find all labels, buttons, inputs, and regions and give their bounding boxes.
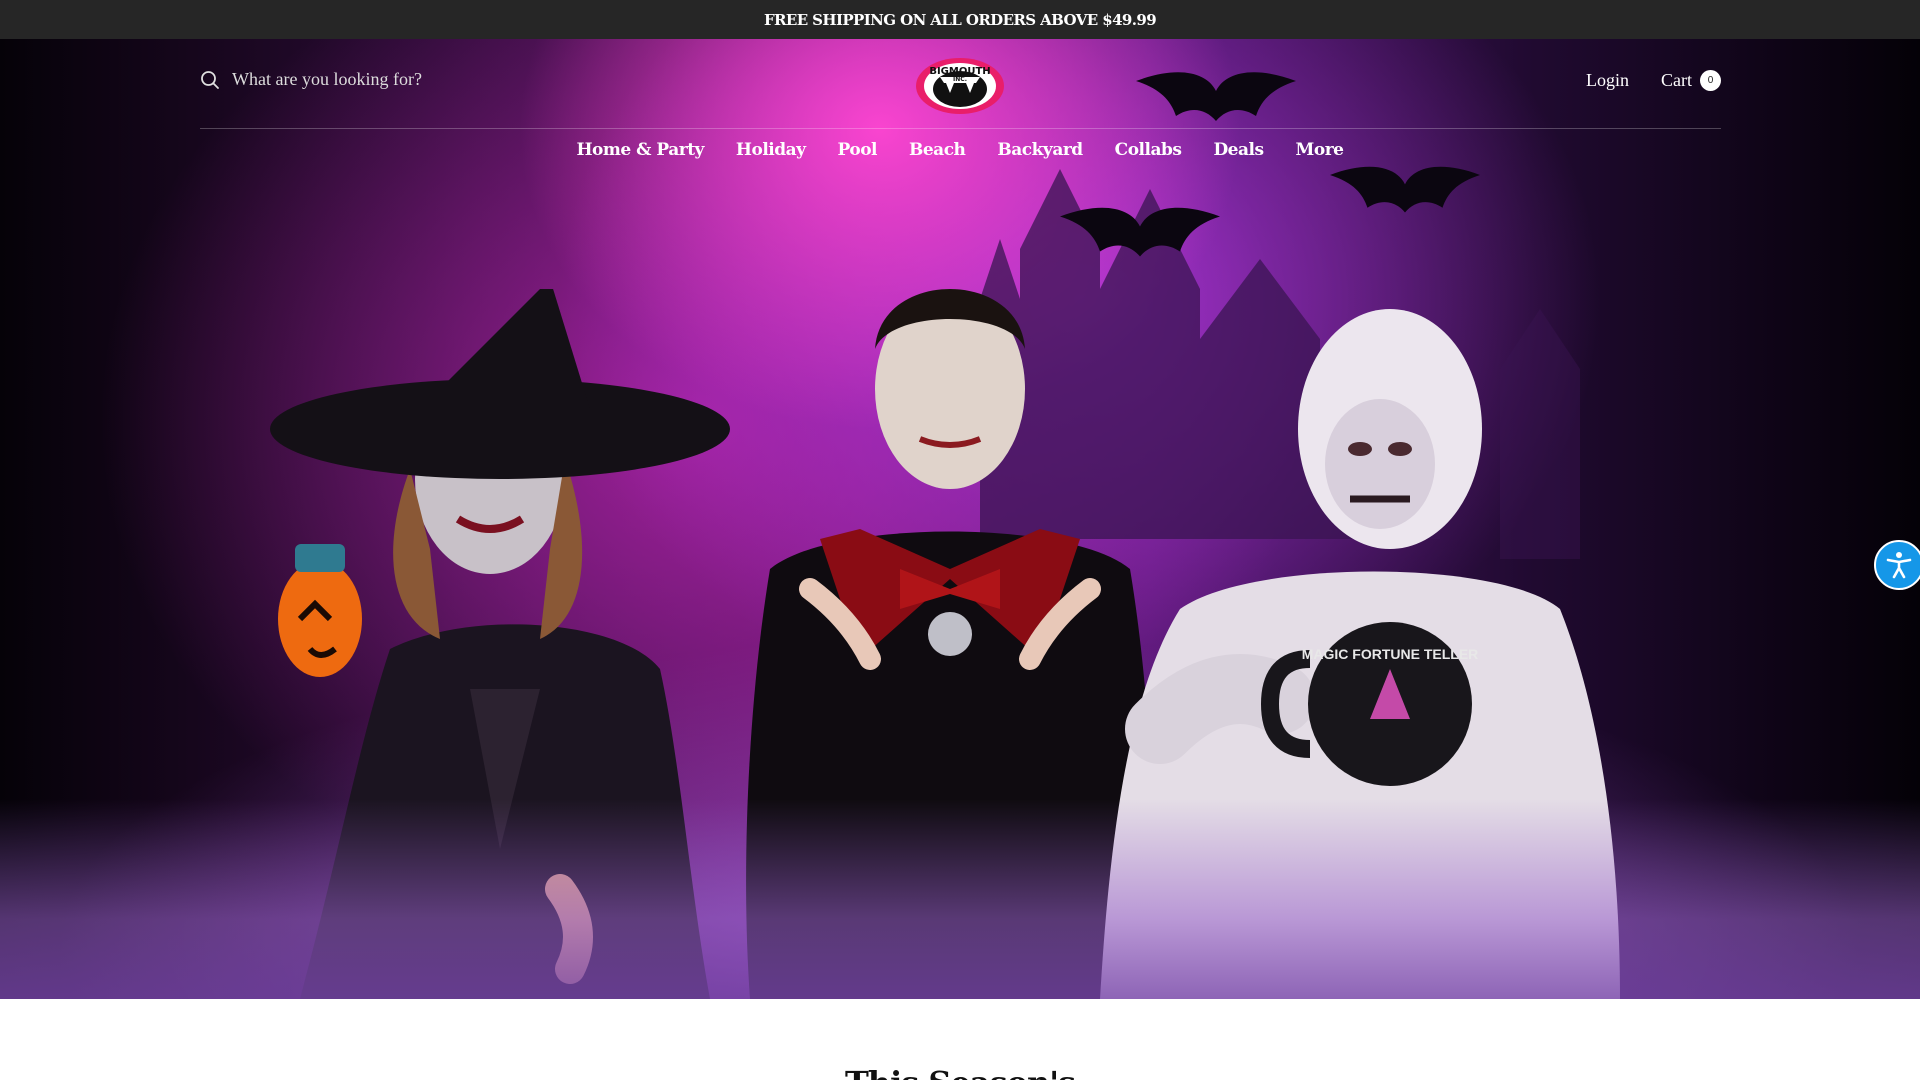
search-input[interactable] [232, 69, 492, 90]
fog-overlay [0, 799, 1920, 999]
cart-link[interactable]: Cart 0 [1661, 70, 1721, 91]
account-actions: Login Cart 0 [1586, 70, 1721, 91]
bat-icon [1330, 166, 1480, 213]
announcement-bar: FREE SHIPPING ON ALL ORDERS ABOVE $49.99 [0, 0, 1920, 39]
cart-count-badge: 0 [1700, 70, 1721, 91]
nav-item-deals[interactable]: Deals [1213, 140, 1264, 160]
nav-item-backyard[interactable]: Backyard [997, 140, 1083, 160]
nav-item-beach[interactable]: Beach [909, 140, 966, 160]
nav-item-pool[interactable]: Pool [838, 140, 878, 160]
section-heading: This Season's [0, 1064, 1920, 1080]
nav-item-holiday[interactable]: Holiday [736, 140, 806, 160]
login-link[interactable]: Login [1586, 70, 1629, 91]
logo-text-bottom: INC. [953, 76, 967, 83]
main-nav: Home & Party Holiday Pool Beach Backyard… [0, 140, 1920, 160]
site-header: BIGMOUTH INC. Login Cart 0 [200, 39, 1721, 129]
nav-item-home-party[interactable]: Home & Party [577, 140, 705, 160]
search-bar[interactable] [200, 69, 492, 90]
accessibility-icon [1886, 552, 1912, 579]
search-icon[interactable] [200, 70, 220, 90]
cart-label: Cart [1661, 70, 1692, 90]
mug-text: MAGIC FORTUNE TELLER [1302, 646, 1479, 662]
hero-banner[interactable]: MAGIC FORTUNE TELLER [0, 39, 1920, 999]
announcement-text: FREE SHIPPING ON ALL ORDERS ABOVE $49.99 [763, 10, 1157, 29]
accessibility-button[interactable] [1874, 540, 1920, 590]
nav-item-collabs[interactable]: Collabs [1115, 140, 1182, 160]
logo-icon[interactable]: BIGMOUTH INC. [914, 53, 1006, 115]
nav-item-more[interactable]: More [1296, 140, 1344, 160]
